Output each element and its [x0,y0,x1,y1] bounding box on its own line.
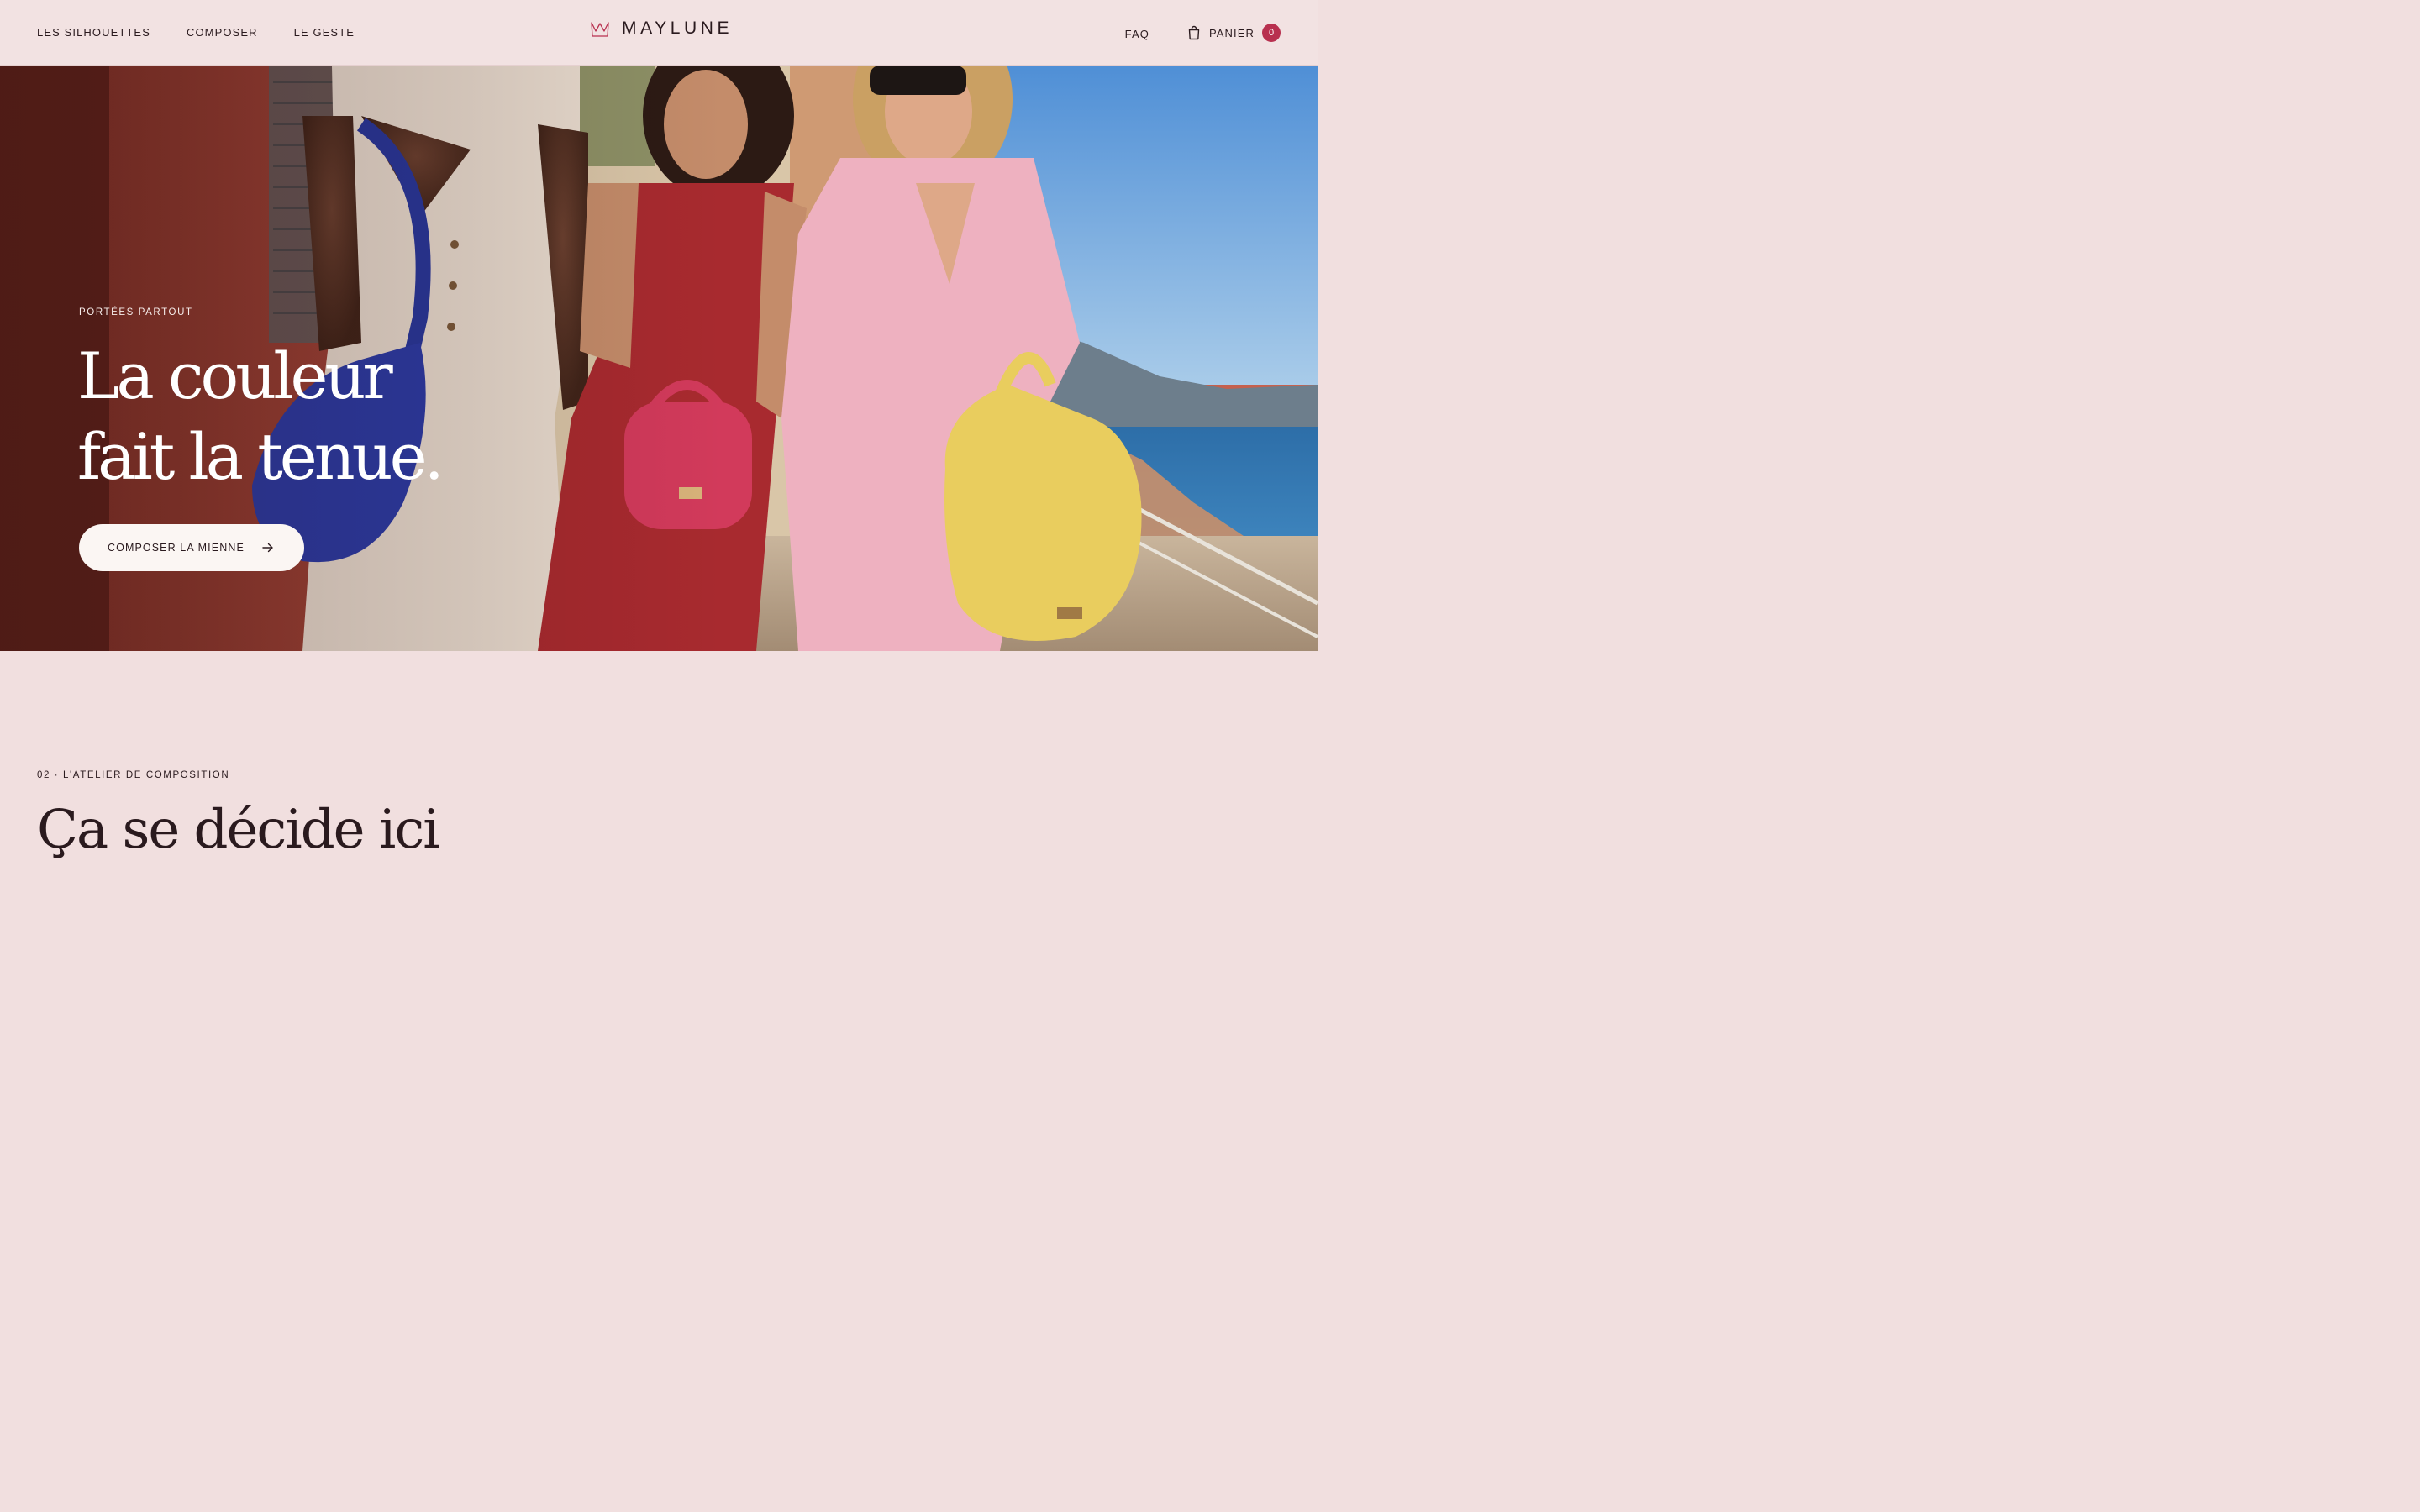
hero-eyebrow: PORTÉES PARTOUT [79,307,193,318]
nav-link-le-geste[interactable]: LE GESTE [294,26,355,39]
compose-cta-button[interactable]: COMPOSER LA MIENNE [79,524,304,571]
brand-name: MAYLUNE [622,18,734,38]
cart-label: PANIER [1208,26,1255,39]
nav-link-faq[interactable]: FAQ [1125,28,1150,40]
cart-button[interactable]: PANIER 0 [1187,24,1281,42]
arrow-right-icon [262,543,273,553]
hero-title: La couleur fait la tenue. [77,336,445,497]
section-eyebrow: 02 · L'ATELIER DE COMPOSITION [37,770,230,780]
hero-title-line-1: La couleur [77,339,393,413]
brand-logo-link[interactable]: MAYLUNE [590,18,733,39]
utility-nav: FAQ PANIER 0 [1125,24,1281,42]
cta-label: COMPOSER LA MIENNE [108,542,245,554]
nav-link-silhouettes[interactable]: LES SILHOUETTES [37,26,150,39]
site-header: LES SILHOUETTES COMPOSER LE GESTE MAYLUN… [0,0,1318,66]
cart-count-badge: 0 [1262,24,1281,42]
hero-section: PORTÉES PARTOUT La couleur fait la tenue… [0,66,1318,651]
shopping-bag-icon [1188,25,1200,40]
section-title: Ça se décide ici [37,799,440,861]
nav-link-composer[interactable]: COMPOSER [187,26,258,39]
crown-m-logo-icon [591,22,609,37]
primary-nav: LES SILHOUETTES COMPOSER LE GESTE [37,26,355,39]
hero-title-line-2: fait la tenue. [77,419,445,494]
